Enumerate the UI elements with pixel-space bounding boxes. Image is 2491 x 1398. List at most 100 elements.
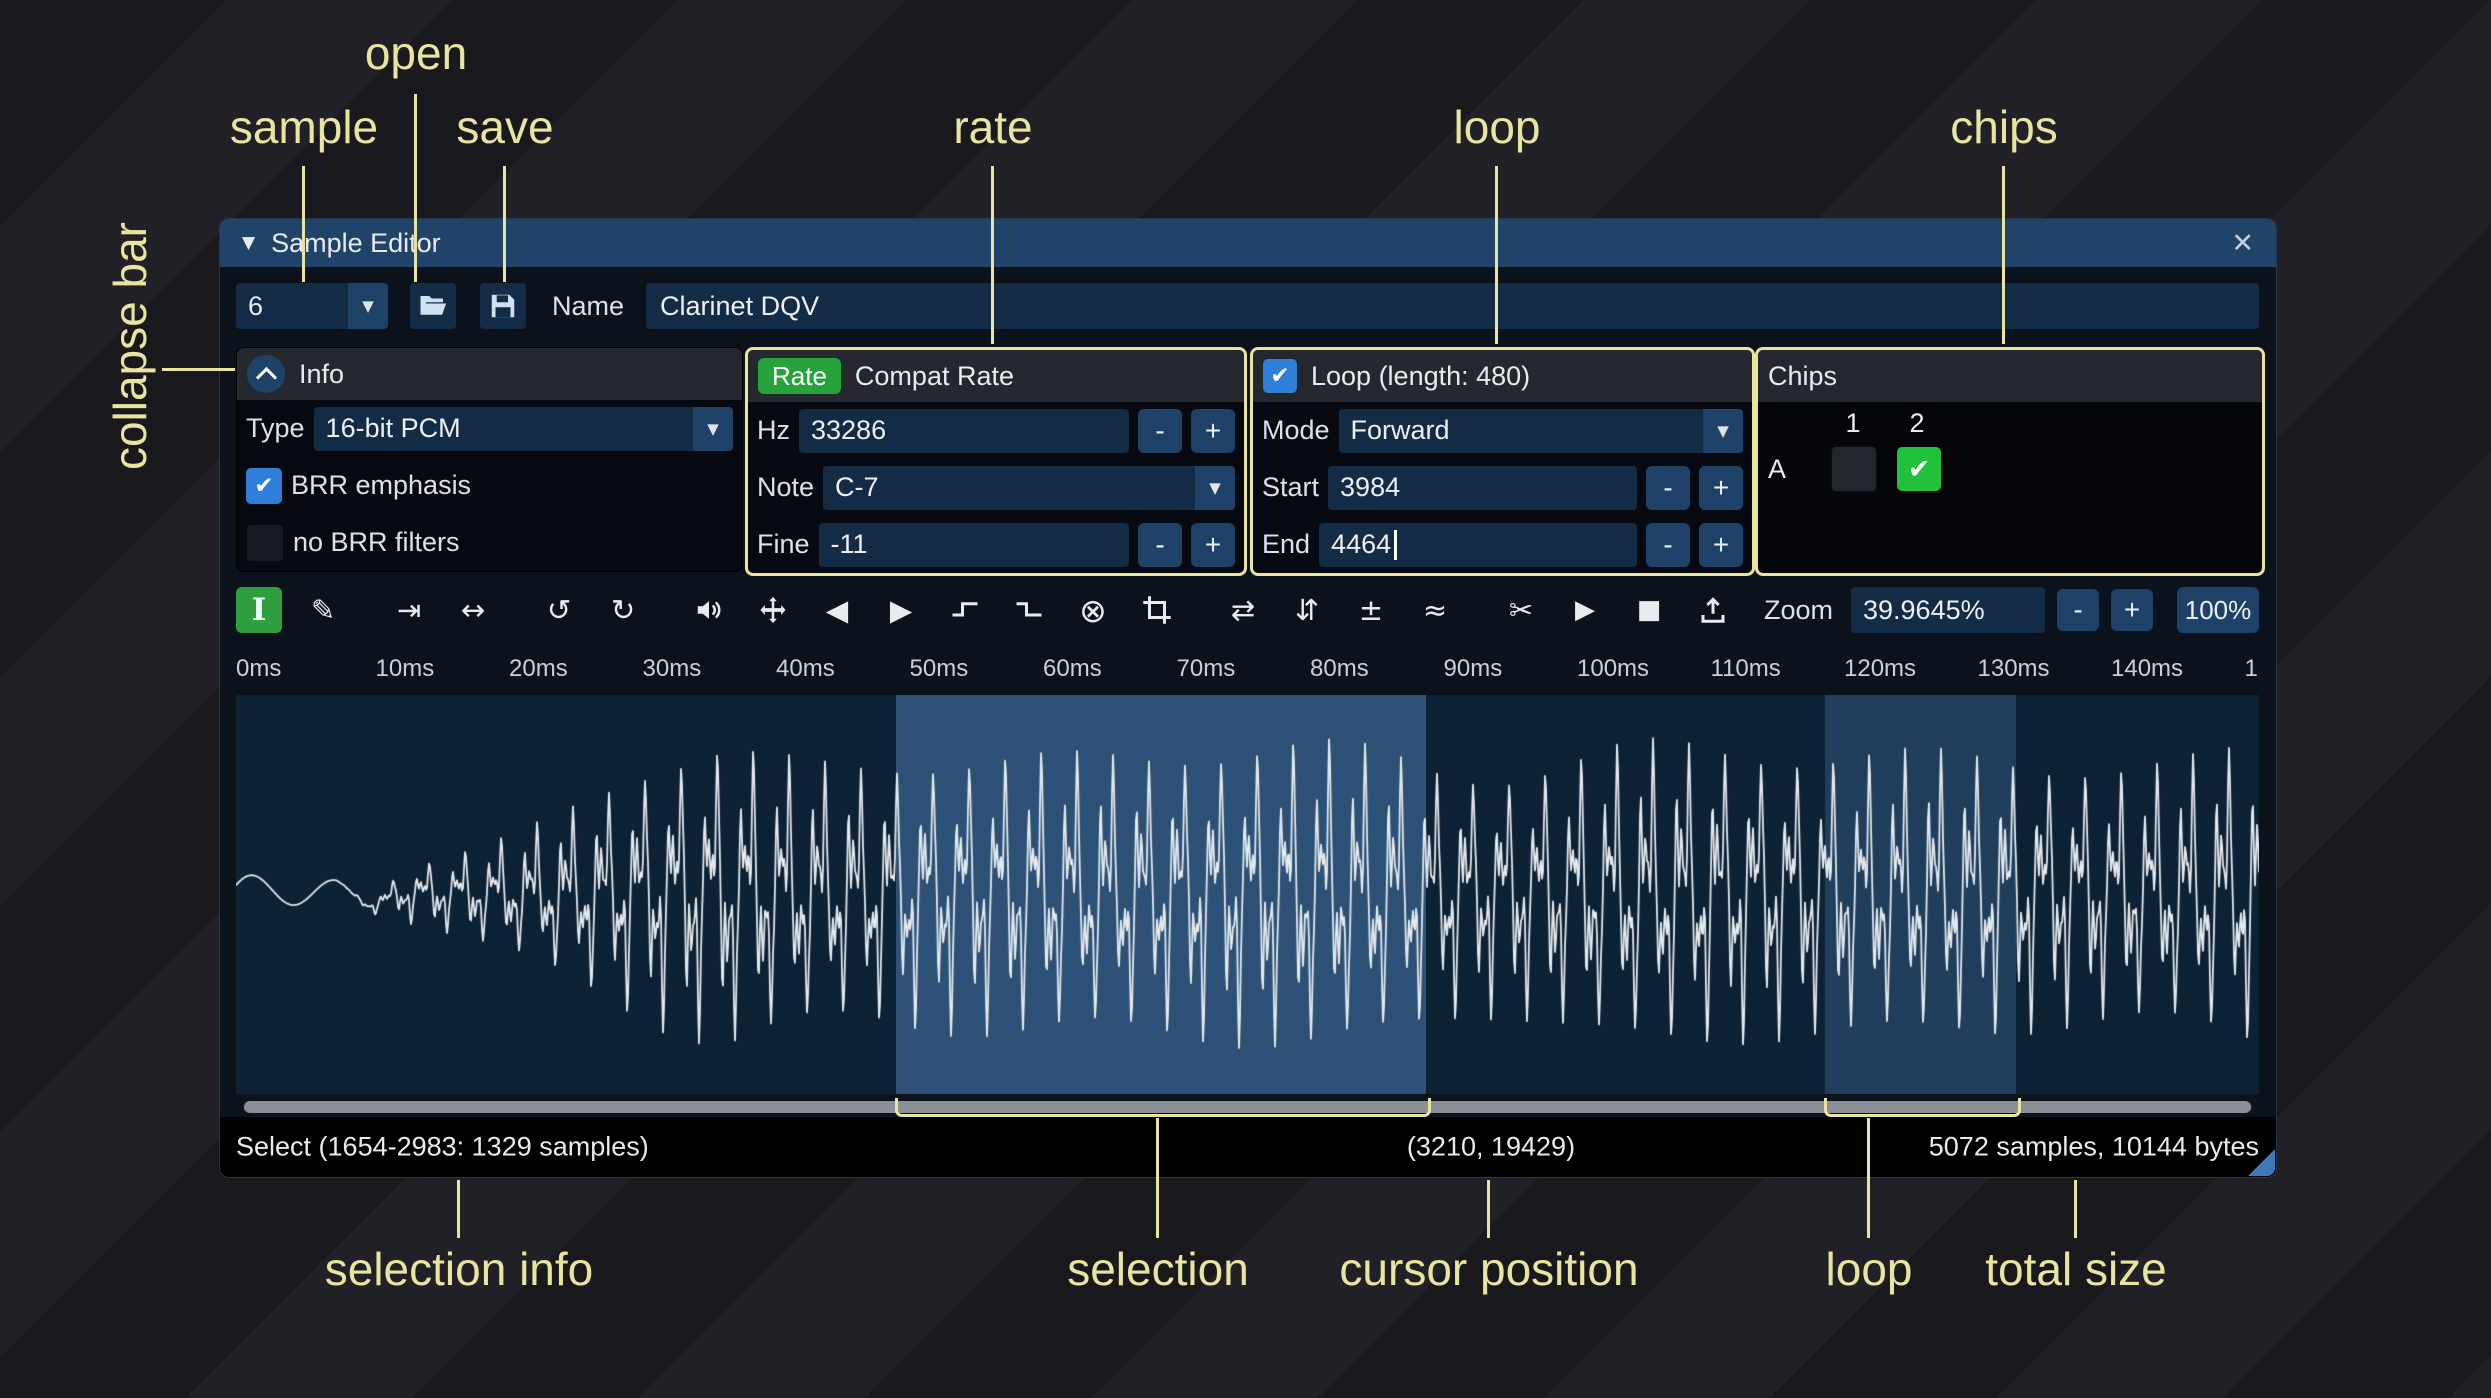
delete-icon[interactable]: ⊗ [1070,587,1116,633]
loop-end-input[interactable]: 4464 [1319,522,1637,567]
invert-icon[interactable]: ⇵ [1284,587,1330,633]
undo-icon[interactable]: ↺ [536,587,582,633]
triangle-right-icon[interactable]: ▶ [878,587,924,633]
fine-plus-button[interactable]: + [1191,522,1235,567]
waveform-canvas[interactable] [236,695,2259,1094]
no-brr-filters-checkbox[interactable] [246,523,284,562]
waveform-view[interactable] [236,695,2259,1094]
annotation-selection-info: selection info [324,1243,594,1295]
select-ibeam-icon[interactable]: I [236,587,282,633]
ruler-label: 20ms [509,655,568,682]
loop-start-plus-button[interactable]: + [1699,465,1743,510]
mode-label: Mode [1262,415,1330,445]
brr-emphasis-checkbox[interactable]: ✔ [246,467,282,504]
loop-start-minus-button[interactable]: - [1646,465,1690,510]
info-panel: Info Type 16-bit PCM ▼ ✔ BRR emphasis no… [236,347,743,572]
chevron-up-icon [255,366,277,388]
loop-enable-checkbox[interactable]: ✔ [1263,359,1297,393]
ruler-label: 40ms [776,655,835,682]
save-button[interactable] [480,283,526,329]
fine-minus-button[interactable]: - [1138,522,1182,567]
trim-icon[interactable] [1134,587,1180,633]
filter-icon[interactable]: ≈ [1412,587,1458,633]
sample-name-input[interactable]: Clarinet DQV [646,283,2259,329]
annotation-chips: chips [1950,101,2058,153]
rate-panel: Rate Compat Rate Hz 33286 - + Note C-7 ▼… [745,347,1247,576]
resize-grip[interactable] [2248,1149,2275,1176]
horizontal-scrollbar[interactable] [242,1101,2253,1113]
collapse-triangle-icon[interactable]: ▼ [242,233,255,253]
open-button[interactable] [410,283,456,329]
cut-icon[interactable]: ✂ [1498,587,1544,633]
annotation-rate: rate [953,101,1033,153]
speaker-icon[interactable] [686,587,732,633]
ruler-label: 80ms [1310,655,1369,682]
ruler-label: 120ms [1844,655,1917,682]
info-panel-header: Info [237,348,742,400]
reverse-icon[interactable]: ⇄ [1220,587,1266,633]
zoom-out-button[interactable]: - [2057,589,2099,631]
scrollbar-thumb[interactable] [244,1101,2251,1113]
fine-input[interactable]: -11 [818,522,1129,567]
annotation-loop: loop [1453,101,1541,153]
close-icon[interactable]: ✕ [2231,228,2254,259]
stretch-icon[interactable]: ↔ [450,587,496,633]
loop-end-plus-button[interactable]: + [1699,522,1743,567]
loop-end-minus-button[interactable]: - [1646,522,1690,567]
annotation-sample: sample [229,101,379,153]
type-label: Type [246,413,305,443]
export-icon[interactable] [1690,587,1736,633]
ruler-label: 90ms [1443,655,1503,682]
play-icon[interactable]: ▶ [1562,587,1608,633]
floppy-disk-icon [491,294,515,318]
chips-panel-title: Chips [1768,360,1838,391]
collapse-info-button[interactable] [247,355,285,393]
window-titlebar[interactable]: ▼ Sample Editor ✕ [220,219,2276,267]
annotation-line-selection-info [457,1180,460,1238]
mode-value: Forward [1338,408,1703,453]
chip-row-a-label: A [1768,453,1787,484]
hz-label: Hz [757,415,790,445]
chevron-down-icon[interactable]: ▼ [693,406,733,451]
hz-plus-button[interactable]: + [1191,408,1235,453]
timeline-ruler: 0ms 10ms 20ms 30ms 40ms 50ms 60ms 70ms 80ms 90ms 1… [236,649,2259,689]
ruler-label: 130ms [1977,655,2050,682]
triangle-left-icon[interactable]: ◀ [814,587,860,633]
annotation-collapse-bar: collapse bar [104,222,156,471]
chevron-down-icon[interactable]: ▼ [1703,408,1743,453]
zoom-in-button[interactable]: + [2111,589,2153,631]
hz-minus-button[interactable]: - [1138,408,1182,453]
sample-toolbar: 6 ▼ Name Clarinet DQV [236,283,2259,329]
chip-1-checkbox[interactable] [1831,446,1877,492]
rate-panel-title: Compat Rate [854,360,1014,391]
insert-silence-icon[interactable] [942,587,988,633]
redo-icon[interactable]: ↻ [600,587,646,633]
signed-icon[interactable]: ± [1348,587,1394,633]
chip-2-checkbox[interactable]: ✔ [1897,447,1941,491]
stop-icon[interactable]: ■ [1626,587,1672,633]
loop-start-label: Start [1262,472,1320,502]
pencil-icon[interactable]: ✎ [300,587,346,633]
chevron-down-icon[interactable]: ▼ [348,283,388,329]
chip-column-2-label: 2 [1909,407,1925,438]
annotation-line-total-size [2074,1180,2077,1238]
type-dropdown[interactable]: 16-bit PCM ▼ [313,406,733,451]
annotation-total-size: total size [1985,1243,2167,1295]
apply-silence-icon[interactable] [1006,587,1052,633]
resize-icon[interactable]: ⇥ [386,587,432,633]
zoom-value-input[interactable]: 39.9645% [1851,587,2045,633]
folder-open-icon [420,296,447,315]
rate-badge[interactable]: Rate [758,358,841,394]
note-dropdown[interactable]: C-7 ▼ [823,465,1235,510]
annotation-loop-bottom: loop [1825,1243,1913,1295]
loop-start-input[interactable]: 3984 [1328,465,1637,510]
note-label: Note [757,472,815,502]
chevron-down-icon[interactable]: ▼ [1195,465,1235,510]
hz-input[interactable]: 33286 [799,408,1129,453]
mode-dropdown[interactable]: Forward ▼ [1338,408,1743,453]
edit-toolbar: I ✎ ⇥ ↔ ↺ ↻ ◀ ▶ ⊗ ⇄ ⇵ ± ≈ ✂ ▶ ■ Zoom 39.… [236,586,2259,634]
annotation-open: open [364,27,468,79]
zoom-reset-button[interactable]: 100% [2177,587,2259,633]
move-arrows-icon[interactable] [750,587,796,633]
sample-number-combo[interactable]: 6 ▼ [236,283,388,329]
